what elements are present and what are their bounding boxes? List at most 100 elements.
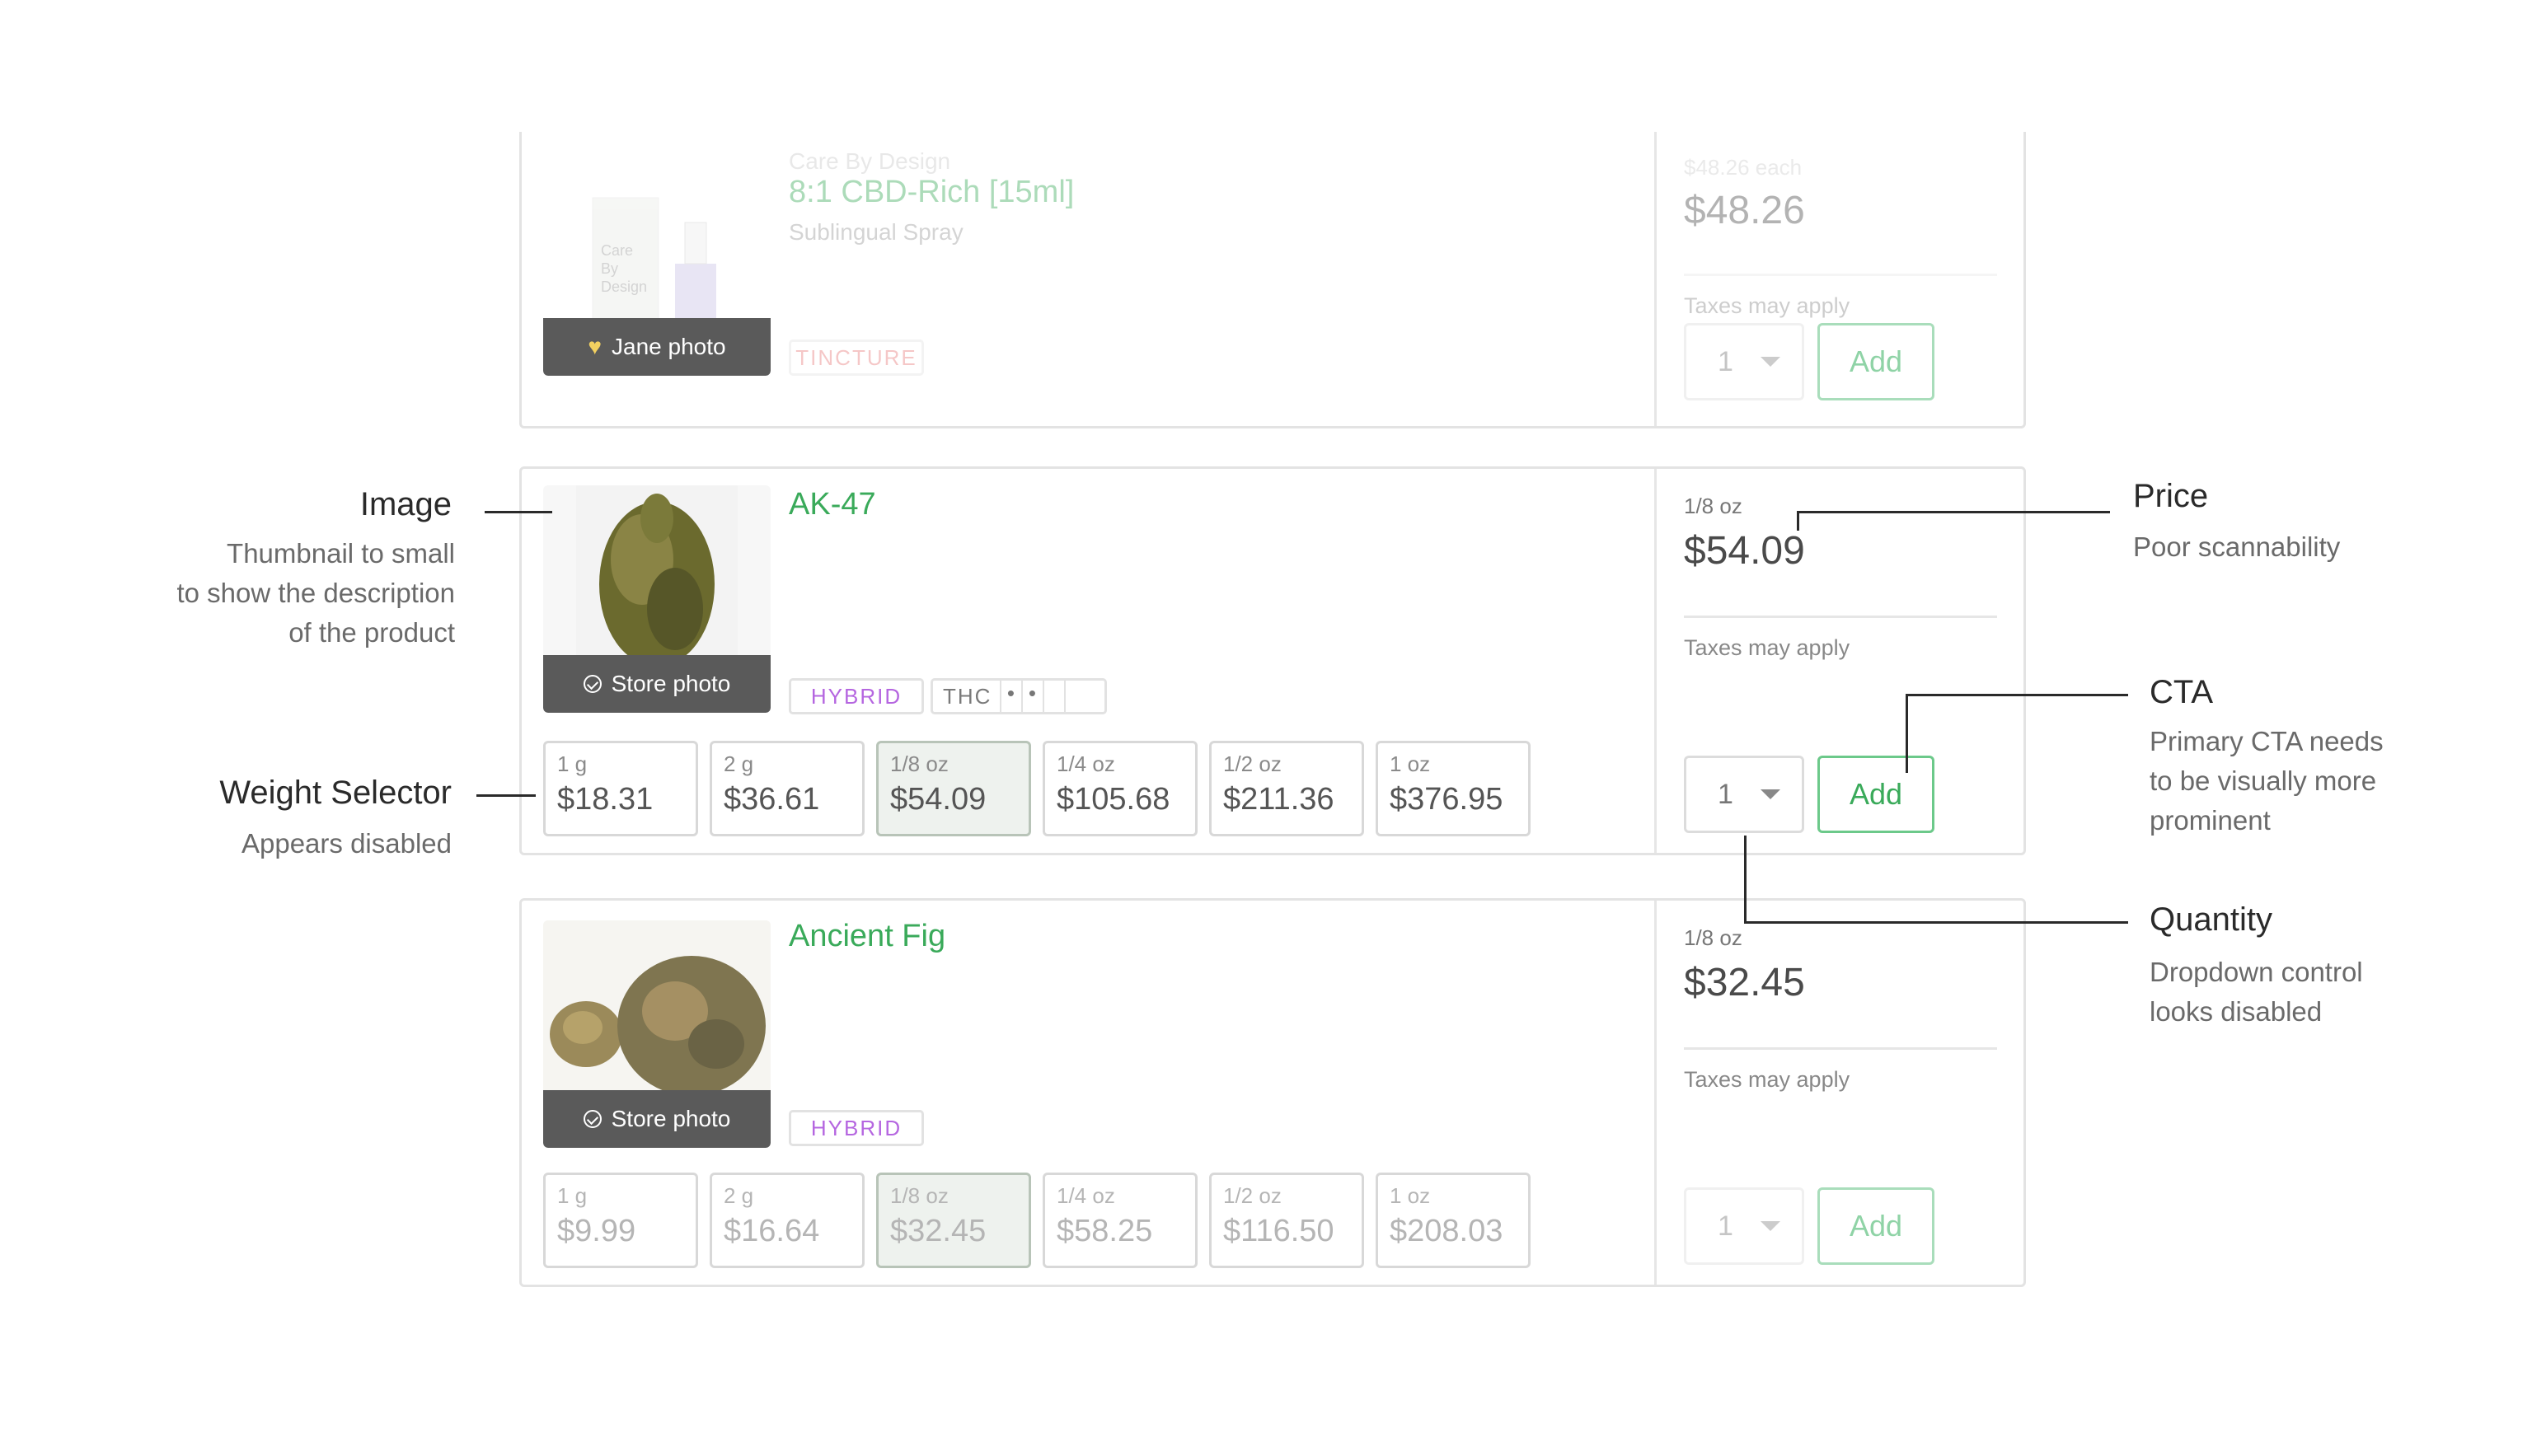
- product-card-care-by-design[interactable]: Care By Design ♥ Jane photo Care By Desi…: [519, 132, 2026, 428]
- weight-option[interactable]: 1 g $9.99: [543, 1173, 698, 1268]
- weight-price: $36.61: [724, 782, 820, 817]
- weight-option[interactable]: 1/4 oz $58.25: [1043, 1173, 1198, 1268]
- chevron-down-icon: [1761, 1221, 1780, 1231]
- annotation-image-line-3: of the product: [288, 617, 455, 648]
- chevron-down-icon: [1761, 357, 1780, 367]
- weight-price: $211.36: [1223, 782, 1334, 817]
- weight-price: $54.09: [890, 782, 987, 817]
- product-name[interactable]: 8:1 CBD-Rich [15ml]: [789, 175, 1074, 210]
- taxes-note: Taxes may apply: [1684, 635, 1850, 660]
- weight-label: 1/4 oz: [1057, 751, 1115, 776]
- weight-option[interactable]: 2 g $36.61: [710, 741, 865, 836]
- weight-label: 1/8 oz: [890, 751, 949, 776]
- weight-selector: 1 g $9.99 2 g $16.64 1/8 oz $32.45 1/4 oz $5…: [543, 1173, 1531, 1268]
- price-divider: [1684, 274, 1997, 276]
- taxes-note: Taxes may apply: [1684, 1067, 1850, 1092]
- weight-label: 1 oz: [1390, 751, 1431, 776]
- annotation-quantity-connector-rise: [1744, 836, 1747, 923]
- annotation-price-title: Price: [2133, 478, 2209, 514]
- svg-text:Design: Design: [601, 279, 647, 295]
- annotation-price-line-1: Poor scannability: [2133, 531, 2341, 562]
- weight-option-selected[interactable]: 1/8 oz $54.09: [876, 741, 1031, 836]
- quantity-dropdown[interactable]: 1: [1684, 756, 1804, 833]
- weight-price: $116.50: [1223, 1214, 1334, 1248]
- annotation-image-line-1: Thumbnail to small: [227, 538, 455, 569]
- product-price: $54.09: [1684, 529, 1805, 573]
- product-thumbnail[interactable]: Store photo: [543, 920, 771, 1148]
- annotation-image-connector: [485, 511, 552, 513]
- weight-label: 2 g: [724, 751, 754, 776]
- taxes-note: Taxes may apply: [1684, 293, 1850, 318]
- annotation-quantity-connector: [1744, 921, 2128, 924]
- weight-label: 1/2 oz: [1223, 1183, 1282, 1208]
- check-circle-icon: [583, 1110, 602, 1128]
- price-divider: [1684, 616, 1997, 618]
- annotation-quantity-line-2: looks disabled: [2150, 996, 2323, 1027]
- annotation-quantity-line-1: Dropdown control: [2150, 957, 2363, 987]
- weight-option-selected[interactable]: 1/8 oz $32.45: [876, 1173, 1031, 1268]
- weight-label: 1/2 oz: [1223, 751, 1282, 776]
- annotation-weight-title: Weight Selector: [219, 775, 452, 811]
- weight-label: 1 oz: [1390, 1183, 1431, 1208]
- weight-option[interactable]: 1 g $18.31: [543, 741, 698, 836]
- weight-price: $376.95: [1390, 782, 1503, 817]
- photo-badge: Store photo: [543, 655, 771, 713]
- product-card-ancient-fig[interactable]: Store photo Ancient Fig HYBRID 1 g $9.99 …: [519, 898, 2026, 1287]
- quantity-value: 1: [1718, 779, 1733, 810]
- heart-icon: ♥: [588, 334, 603, 359]
- weight-option[interactable]: 1 oz $208.03: [1376, 1173, 1531, 1268]
- weight-price: $105.68: [1057, 782, 1170, 817]
- tag-hybrid: HYBRID: [789, 678, 924, 714]
- annotation-cta-line-2: to be visually more: [2150, 765, 2377, 796]
- each-price: $48.26 each: [1684, 155, 1803, 180]
- weight-price: $16.64: [724, 1214, 820, 1248]
- quantity-value: 1: [1718, 346, 1733, 377]
- photo-badge: ♥ Jane photo: [543, 318, 771, 376]
- weight-price: $18.31: [557, 782, 654, 817]
- weight-label: 2 g: [724, 1183, 754, 1208]
- product-name[interactable]: Ancient Fig: [789, 919, 945, 954]
- annotation-cta-title: CTA: [2150, 674, 2214, 710]
- price-unit: 1/8 oz: [1684, 925, 1742, 950]
- photo-badge-label: Store photo: [611, 1106, 731, 1131]
- quantity-dropdown[interactable]: 1: [1684, 323, 1804, 400]
- add-to-cart-button[interactable]: Add: [1817, 756, 1934, 833]
- product-name[interactable]: AK-47: [789, 487, 876, 522]
- weight-option[interactable]: 1/2 oz $116.50: [1209, 1173, 1364, 1268]
- price-unit: 1/8 oz: [1684, 494, 1742, 518]
- thc-level-indicator: • •: [1000, 681, 1085, 712]
- chevron-down-icon: [1761, 789, 1780, 799]
- photo-badge-label: Jane photo: [612, 334, 726, 359]
- card-divider: [1654, 901, 1657, 1285]
- tag-thc-label: THC: [943, 683, 992, 709]
- card-divider: [1654, 132, 1657, 426]
- annotation-image-title: Image: [359, 486, 452, 522]
- weight-label: 1/8 oz: [890, 1183, 949, 1208]
- weight-option[interactable]: 1 oz $376.95: [1376, 741, 1531, 836]
- weight-option[interactable]: 1/4 oz $105.68: [1043, 741, 1198, 836]
- add-to-cart-button[interactable]: Add: [1817, 323, 1934, 400]
- product-card-ak-47[interactable]: Store photo AK-47 HYBRID THC • • 1 g $18.…: [519, 466, 2026, 855]
- weight-label: 1 g: [557, 751, 588, 776]
- product-subtitle: Sublingual Spray: [789, 219, 964, 245]
- weight-option[interactable]: 2 g $16.64: [710, 1173, 865, 1268]
- tag-tincture: TINCTURE: [789, 339, 924, 376]
- add-to-cart-button[interactable]: Add: [1817, 1187, 1934, 1265]
- annotation-cta-line-3: prominent: [2150, 805, 2271, 836]
- annotation-cta-connector-drop: [1906, 694, 1908, 773]
- photo-badge-label: Store photo: [611, 671, 731, 696]
- weight-selector: 1 g $18.31 2 g $36.61 1/8 oz $54.09 1/4 oz $…: [543, 741, 1531, 836]
- product-brand: Care By Design: [789, 148, 951, 174]
- quantity-dropdown[interactable]: 1: [1684, 1187, 1804, 1265]
- weight-price: $58.25: [1057, 1214, 1153, 1248]
- product-thumbnail[interactable]: Care By Design ♥ Jane photo: [543, 165, 771, 376]
- weight-price: $9.99: [557, 1214, 636, 1248]
- weight-label: 1/4 oz: [1057, 1183, 1115, 1208]
- svg-text:By: By: [601, 260, 618, 277]
- annotation-cta-connector: [1906, 694, 2128, 696]
- weight-label: 1 g: [557, 1183, 588, 1208]
- weight-option[interactable]: 1/2 oz $211.36: [1209, 741, 1364, 836]
- product-thumbnail[interactable]: Store photo: [543, 485, 771, 713]
- annotation-weight-line-1: Appears disabled: [241, 828, 452, 859]
- annotation-image-line-2: to show the description: [176, 578, 455, 608]
